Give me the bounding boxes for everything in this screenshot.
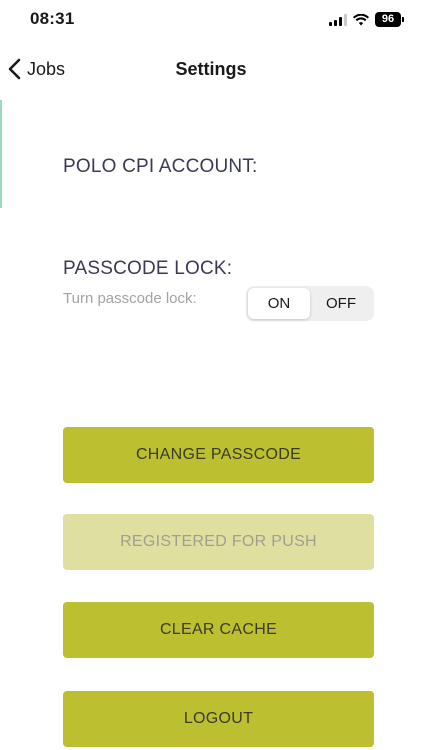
- left-accent-line: [0, 100, 2, 208]
- passcode-on-segment[interactable]: ON: [248, 288, 310, 319]
- passcode-off-segment[interactable]: OFF: [310, 288, 372, 319]
- battery-level: 96: [375, 12, 401, 27]
- status-icons: 96: [329, 12, 404, 27]
- passcode-segmented-control[interactable]: ON OFF: [246, 286, 374, 321]
- passcode-heading: PASSCODE LOCK:: [63, 258, 233, 279]
- signal-icon: [329, 13, 347, 26]
- logout-button[interactable]: LOGOUT: [63, 691, 374, 747]
- wifi-icon: [353, 13, 369, 26]
- battery-icon: 96: [375, 12, 404, 27]
- status-bar: 08:31 96: [0, 0, 422, 44]
- status-time: 08:31: [30, 9, 75, 28]
- nav-bar: Jobs Settings: [0, 44, 422, 94]
- clear-cache-button[interactable]: CLEAR CACHE: [63, 602, 374, 658]
- passcode-toggle-label: Turn passcode lock:: [63, 290, 197, 307]
- account-heading: POLO CPI ACCOUNT:: [63, 156, 258, 177]
- registered-for-push-button[interactable]: REGISTERED FOR PUSH: [63, 514, 374, 570]
- change-passcode-button[interactable]: CHANGE PASSCODE: [63, 427, 374, 483]
- page-title: Settings: [175, 59, 247, 79]
